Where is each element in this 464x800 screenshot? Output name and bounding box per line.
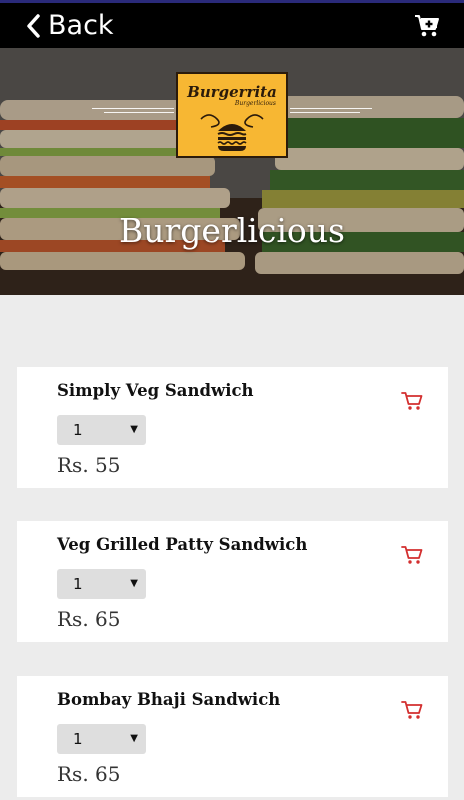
cart-icon	[401, 701, 423, 719]
add-to-cart-button[interactable]	[401, 391, 423, 415]
quantity-select[interactable]: 1 ▼	[57, 724, 146, 754]
hero-title: Burgerlicious	[119, 211, 345, 250]
item-price: Rs. 65	[57, 607, 121, 631]
dropdown-arrow-icon: ▼	[130, 578, 138, 589]
cart-icon	[401, 546, 423, 564]
logo-subtitle: Burgerlicious	[234, 100, 276, 107]
menu-item-card: Veg Grilled Patty Sandwich 1 ▼ Rs. 65	[17, 521, 448, 642]
item-name: Bombay Bhaji Sandwich	[57, 690, 281, 709]
dropdown-arrow-icon: ▼	[130, 733, 138, 744]
item-price: Rs. 55	[57, 453, 121, 477]
quantity-select[interactable]: 1 ▼	[57, 569, 146, 599]
quantity-select[interactable]: 1 ▼	[57, 415, 146, 445]
quantity-value: 1	[73, 730, 83, 748]
cart-icon	[401, 392, 423, 410]
brand-logo: Burgerrita Burgerlicious	[176, 72, 288, 158]
item-price: Rs. 65	[57, 762, 121, 786]
quantity-value: 1	[73, 421, 83, 439]
back-label: Back	[48, 10, 114, 41]
menu-item-card: Simply Veg Sandwich 1 ▼ Rs. 55	[17, 367, 448, 488]
menu-item-card: Bombay Bhaji Sandwich 1 ▼ Rs. 65	[17, 676, 448, 797]
dropdown-arrow-icon: ▼	[130, 424, 138, 435]
burger-icon	[200, 114, 264, 151]
brand-logo-area: Burgerrita Burgerlicious	[0, 70, 464, 162]
add-to-cart-button[interactable]	[401, 700, 423, 724]
logo-name: Burgerrita	[187, 83, 277, 101]
chevron-left-icon	[27, 13, 40, 38]
add-to-cart-button[interactable]	[401, 545, 423, 569]
back-button[interactable]: Back	[0, 10, 114, 41]
quantity-value: 1	[73, 575, 83, 593]
item-name: Simply Veg Sandwich	[57, 381, 254, 400]
cart-button[interactable]	[414, 14, 464, 38]
hero-banner: Burgerrita Burgerlicious Burgerlicious	[0, 48, 464, 295]
top-bar: Back	[0, 0, 464, 48]
cart-plus-icon	[415, 14, 439, 36]
item-name: Veg Grilled Patty Sandwich	[57, 535, 308, 554]
